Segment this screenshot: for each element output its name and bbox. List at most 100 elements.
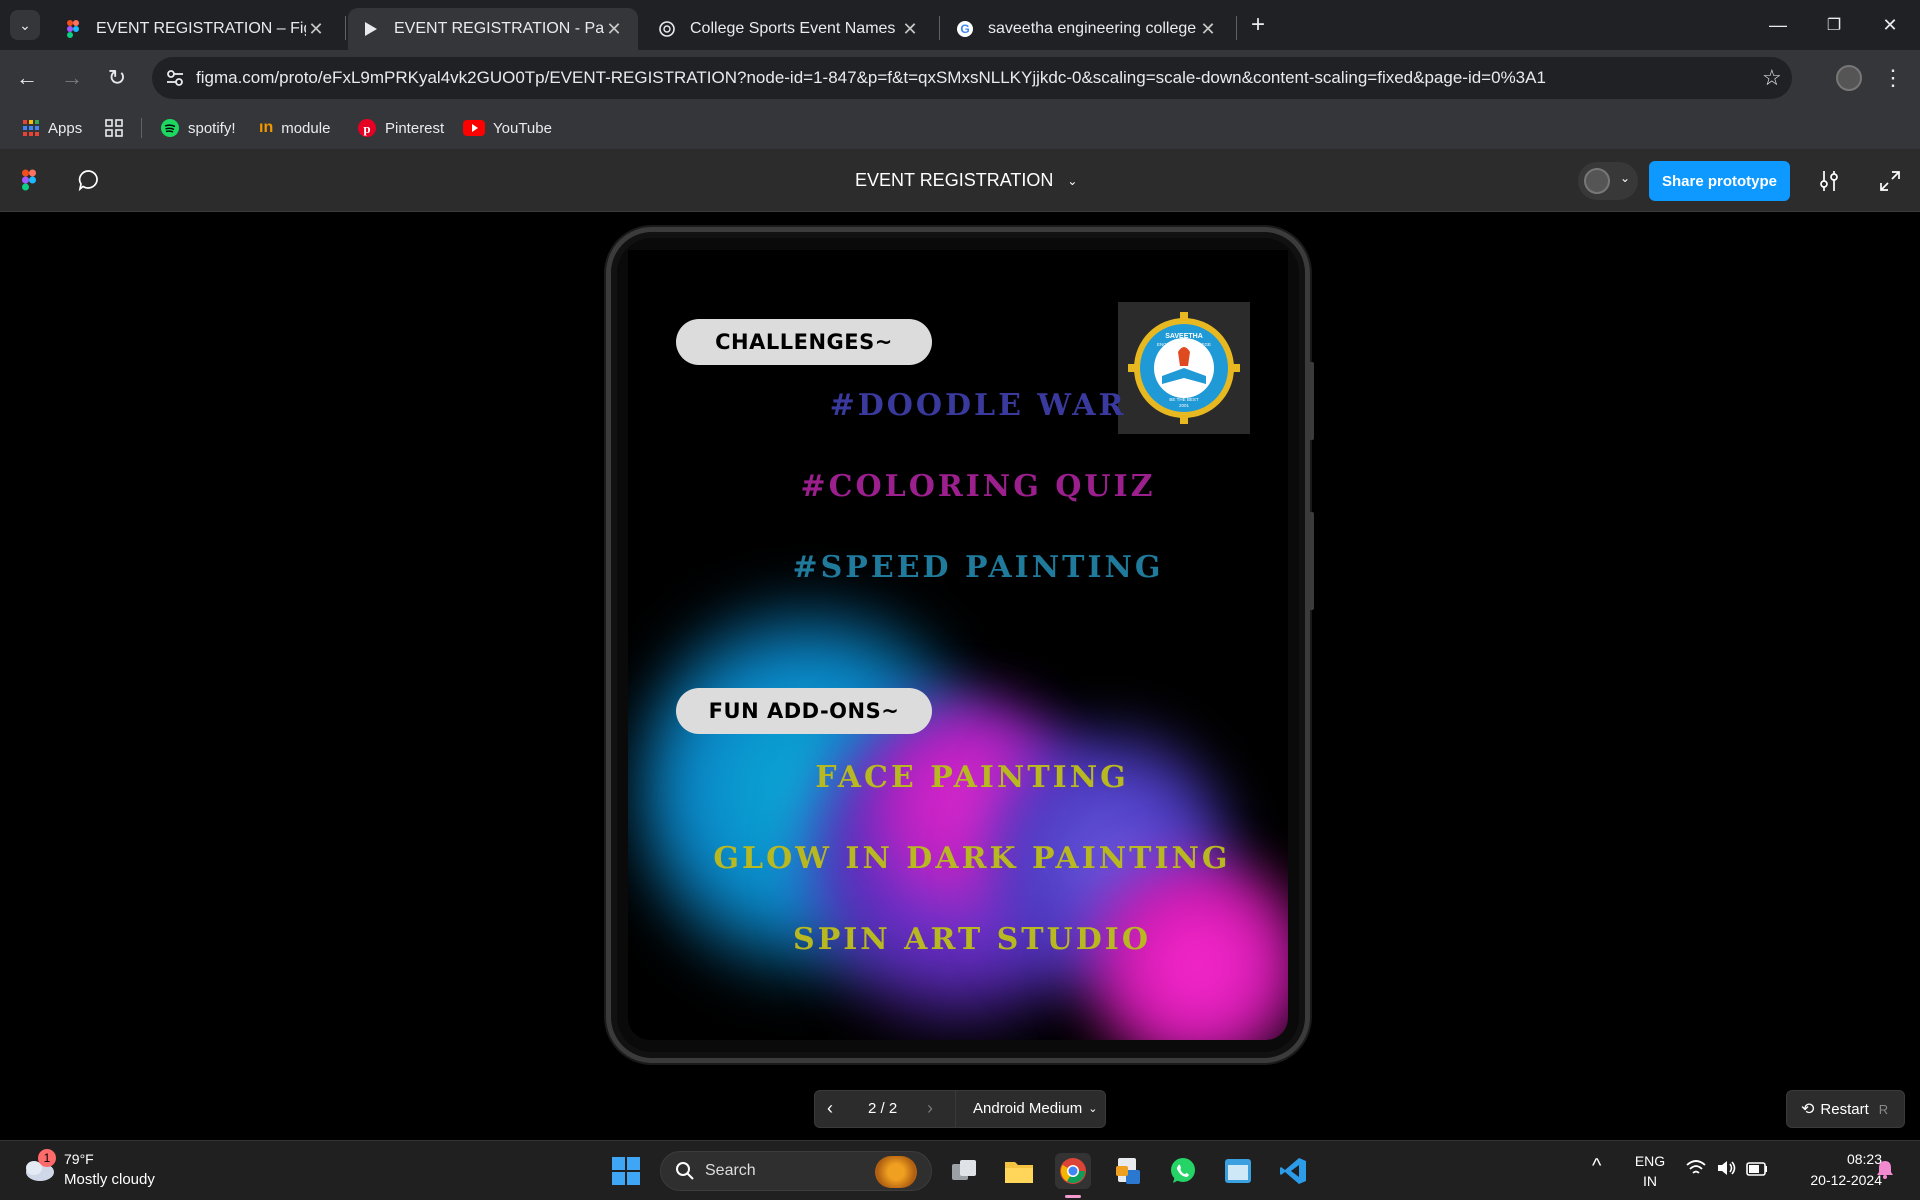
challenge-item: #COLORING QUIZ [800,469,1156,504]
notification-bell-icon[interactable] [1876,1159,1894,1184]
clock-time: 08:23 [1846,1151,1882,1167]
bookmark-youtube[interactable]: YouTube [463,116,552,140]
document-app-icon[interactable] [1110,1153,1146,1189]
bookmark-label: Apps [48,119,83,137]
user-avatar-dropdown[interactable]: ⌄ [1578,162,1638,200]
bookmark-pinterest[interactable]: p Pinterest [357,116,444,140]
restore-button[interactable]: ❐ [1814,10,1854,40]
svg-text:p: p [363,121,370,136]
chrome-icon[interactable] [1055,1153,1091,1189]
menu-kebab-icon[interactable]: ⋮ [1878,63,1908,93]
language-code: ENG [1634,1153,1666,1169]
bookmark-label: spotify! [188,119,236,137]
challenge-item: #SPEED PAINTING [792,550,1164,585]
whatsapp-icon[interactable] [1165,1153,1201,1189]
bookmark-label: YouTube [493,119,552,137]
language-indicator[interactable]: ENG IN [1628,1151,1672,1191]
document-title: EVENT REGISTRATION [855,170,1054,190]
vscode-icon[interactable] [1275,1153,1311,1189]
prototype-pager: ‹ 2 / 2 › Android Medium ⌄ [814,1090,1106,1128]
reload-button[interactable]: ↻ [102,63,132,93]
addon-item: FACE PAINTING [815,760,1129,795]
weather-widget[interactable]: 1 79°F Mostly cloudy [20,1149,190,1195]
task-view-icon[interactable] [946,1153,982,1189]
search-icon [675,1161,695,1186]
svg-text:ENGINEERING COLLEGE: ENGINEERING COLLEGE [1157,342,1211,347]
show-hidden-icons[interactable]: ^ [1592,1155,1601,1178]
battery-icon[interactable] [1746,1162,1768,1181]
tab-groups-icon[interactable] [104,116,124,140]
next-frame-button[interactable]: › [927,1098,933,1119]
site-info-icon[interactable] [164,67,186,94]
fun-addons-heading: FUN ADD-ONS~ [676,688,932,734]
clock-date: 20-12-2024 [1810,1172,1882,1188]
chevron-down-icon: ⌄ [1067,173,1078,188]
active-app-indicator [1065,1195,1081,1198]
svg-text:G: G [960,22,969,36]
bookmark-spotify[interactable]: spotify! [160,116,236,140]
device-side-button [1309,362,1314,440]
restart-button[interactable]: ⟲ Restart R [1786,1090,1905,1128]
volume-icon[interactable] [1716,1159,1738,1182]
comment-icon[interactable] [77,168,101,197]
weather-desc: Mostly cloudy [64,1171,155,1188]
start-button[interactable] [608,1153,644,1189]
taskbar-search[interactable]: Search [660,1151,932,1191]
search-highlight-icon [875,1156,917,1188]
tab-title: saveetha engineering college lo [988,20,1198,37]
tab-figma-prototype[interactable]: EVENT REGISTRATION - Page 1 ✕ [348,8,638,50]
document-title-dropdown[interactable]: EVENT REGISTRATION ⌄ [855,170,1077,191]
back-button[interactable]: ← [12,63,42,93]
close-tab-icon[interactable]: ✕ [900,19,920,40]
page-indicator: 2 / 2 [868,1100,898,1117]
prototype-screen[interactable]: CHALLENGES~ SAVEETHA ENGINEERING COLLEGE… [628,250,1288,1040]
chevron-down-icon: ⌄ [1620,171,1631,185]
bookmark-apps[interactable]: Apps [22,116,82,140]
google-icon: G [956,20,974,38]
app-window-icon[interactable] [1220,1153,1256,1189]
tab-title: EVENT REGISTRATION - Page 1 [394,20,604,37]
figma-prototype-header: EVENT REGISTRATION ⌄ ⌄ Share prototype [0,150,1920,212]
forward-button[interactable]: → [57,63,87,93]
close-tab-icon[interactable]: ✕ [306,19,326,40]
tab-divider [345,16,346,40]
search-placeholder: Search [705,1162,756,1179]
svg-text:SAVEETHA: SAVEETHA [1165,333,1203,340]
wifi-icon[interactable] [1685,1159,1707,1182]
minimize-button[interactable]: — [1758,10,1798,40]
figma-logo-icon[interactable] [22,169,36,196]
tab-search-button[interactable]: ⌄ [10,10,40,40]
bookmark-star-icon[interactable]: ☆ [1762,65,1782,91]
share-prototype-button[interactable]: Share prototype [1649,161,1790,201]
clock[interactable]: 08:23 20-12-2024 [1778,1149,1882,1191]
url-text: figma.com/proto/eFxL9mPRKyal4vk2GUO0Tp/E… [196,68,1546,87]
bookmark-module[interactable]: ın module [259,116,330,140]
new-tab-button[interactable]: + [1238,10,1278,40]
bookmark-divider [141,118,142,138]
bookmark-label: Pinterest [385,119,445,137]
device-label: Android Medium [973,1100,1083,1117]
restart-icon: ⟲ [1801,1101,1815,1118]
close-window-button[interactable]: ✕ [1870,10,1910,40]
tab-title: College Sports Event Names [690,20,896,37]
spotify-icon [160,118,180,138]
file-explorer-icon[interactable] [1001,1153,1037,1189]
close-tab-icon[interactable]: ✕ [1198,19,1218,40]
youtube-icon [463,120,485,136]
play-icon [362,20,380,38]
close-tab-icon[interactable]: ✕ [604,19,624,40]
address-bar[interactable]: figma.com/proto/eFxL9mPRKyal4vk2GUO0Tp/E… [152,57,1792,99]
tab-google-search[interactable]: G saveetha engineering college lo ✕ [942,8,1232,50]
profile-avatar[interactable] [1836,65,1862,91]
weather-temp: 79°F [64,1151,94,1167]
tab-chatgpt[interactable]: College Sports Event Names ✕ [644,8,934,50]
previous-frame-button[interactable]: ‹ [827,1098,833,1119]
fullscreen-icon[interactable] [1879,170,1901,197]
restart-shortcut: R [1878,1101,1889,1117]
challenges-heading: CHALLENGES~ [676,319,932,365]
tab-figma-editor[interactable]: EVENT REGISTRATION – Figma ✕ [50,8,340,50]
device-select[interactable]: Android Medium ⌄ [973,1100,1097,1117]
addon-item: GLOW IN DARK PAINTING [713,841,1231,876]
restart-label: Restart [1820,1100,1869,1118]
settings-sliders-icon[interactable] [1818,169,1840,198]
